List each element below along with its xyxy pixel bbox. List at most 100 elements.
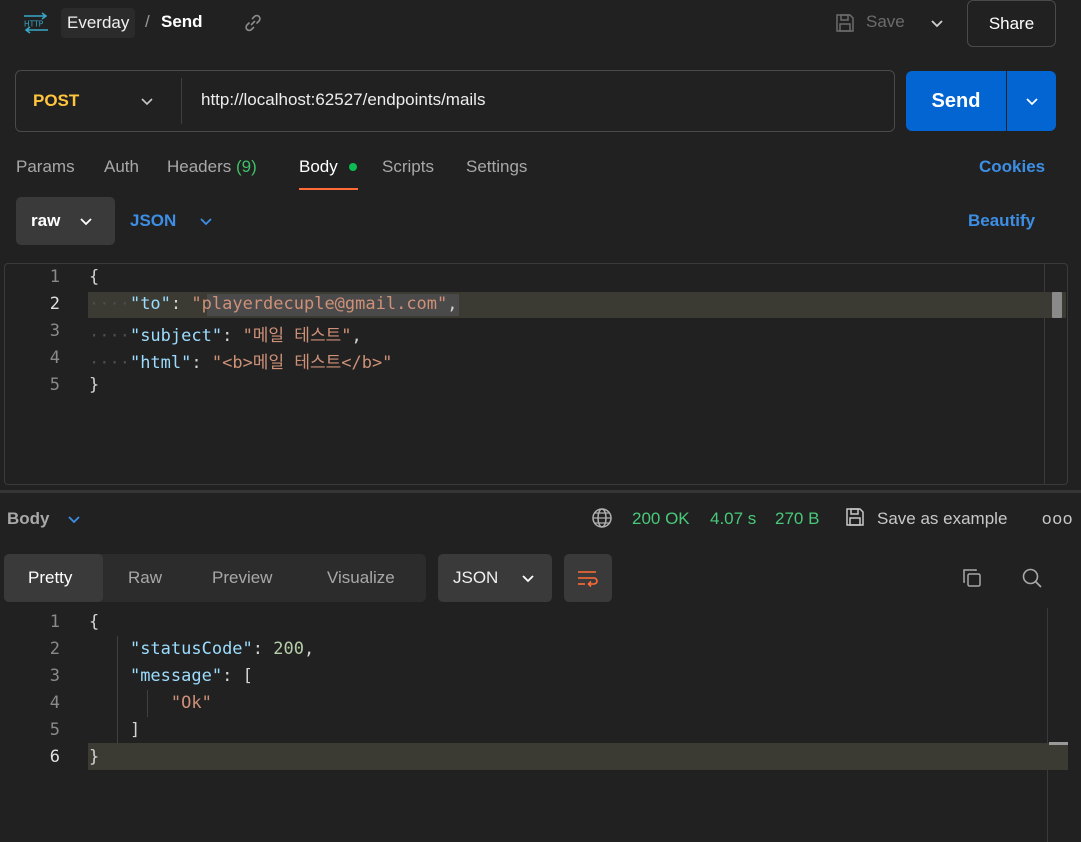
chevron-down-icon xyxy=(522,575,534,583)
comma: , xyxy=(303,639,315,659)
code-line-4: ····"html": "<b>메일 테스트</b>" xyxy=(89,348,392,373)
tab-headers-label: Headers xyxy=(167,157,232,176)
response-time[interactable]: 4.07 s xyxy=(710,509,756,529)
body-mode-selector[interactable]: raw xyxy=(16,197,115,245)
active-tab-underline xyxy=(299,188,358,190)
cookies-link[interactable]: Cookies xyxy=(979,157,1045,177)
url-input[interactable] xyxy=(201,90,881,110)
method-chevron-icon[interactable] xyxy=(139,93,155,109)
colon: : xyxy=(222,666,243,686)
response-section-selector[interactable]: Body xyxy=(7,509,50,529)
view-tab-visualize[interactable]: Visualize xyxy=(327,568,395,588)
share-button[interactable]: Share xyxy=(967,0,1056,47)
json-key-status-code: "statusCode" xyxy=(129,639,253,659)
headers-count-badge: (9) xyxy=(236,157,257,176)
tab-auth[interactable]: Auth xyxy=(104,157,139,177)
line-number: 1 xyxy=(49,612,60,632)
request-name[interactable]: Send xyxy=(161,12,203,32)
response-format-selector[interactable]: JSON xyxy=(438,554,552,602)
json-value-status-code: 200 xyxy=(273,639,304,659)
body-modified-dot xyxy=(349,163,357,171)
line-number: 4 xyxy=(49,693,60,713)
comma: , xyxy=(447,294,458,314)
current-line-highlight xyxy=(88,743,1068,770)
method-selector[interactable]: POST xyxy=(33,91,79,111)
response-line-3: "message": [ xyxy=(89,666,253,686)
copy-icon[interactable] xyxy=(960,566,984,590)
line-number: 3 xyxy=(49,666,60,686)
save-icon xyxy=(846,508,864,526)
wrap-lines-button[interactable] xyxy=(564,554,612,602)
colon: : xyxy=(252,639,274,659)
code-token: { xyxy=(89,612,100,632)
json-value-html: "<b>메일 테스트</b>" xyxy=(211,353,393,373)
save-icon xyxy=(836,14,854,32)
code-token: { xyxy=(89,267,100,287)
globe-icon[interactable] xyxy=(591,507,613,529)
language-chevron-icon[interactable] xyxy=(198,213,214,229)
tab-params[interactable]: Params xyxy=(16,157,75,177)
response-line-6: } xyxy=(89,747,99,767)
pane-resize-handle[interactable] xyxy=(0,490,1081,493)
code-line-5: } xyxy=(89,375,99,395)
tab-settings[interactable]: Settings xyxy=(466,157,527,177)
code-token: ] xyxy=(129,720,141,740)
link-icon[interactable] xyxy=(243,13,263,33)
more-options-icon[interactable]: ooo xyxy=(1042,509,1073,529)
line-number: 1 xyxy=(49,267,60,287)
view-tab-raw[interactable]: Raw xyxy=(128,568,162,588)
code-token: } xyxy=(89,747,100,767)
send-options-button[interactable] xyxy=(1007,71,1056,131)
beautify-button[interactable]: Beautify xyxy=(968,211,1035,231)
send-button[interactable]: Send xyxy=(906,71,1006,131)
breadcrumb-separator: / xyxy=(145,12,150,31)
editor-scrollbar-thumb[interactable] xyxy=(1052,292,1062,318)
tab-body[interactable]: Body xyxy=(299,157,338,177)
json-value-to: "playerdecuple@gmail.com" xyxy=(191,294,448,314)
save-as-example-button[interactable]: Save as example xyxy=(877,509,1007,529)
status-badge[interactable]: 200 OK xyxy=(632,509,690,529)
svg-text:HTTP: HTTP xyxy=(24,20,44,29)
response-format-label: JSON xyxy=(453,568,499,587)
response-line-4: "Ok" xyxy=(89,693,212,713)
line-number: 5 xyxy=(49,375,60,395)
chevron-down-icon xyxy=(1025,98,1038,106)
wrap-lines-icon xyxy=(578,571,598,588)
json-value-message: "Ok" xyxy=(170,693,212,713)
response-scrollbar-thumb[interactable] xyxy=(1049,742,1068,745)
body-language-selector[interactable]: JSON xyxy=(130,211,176,231)
response-size[interactable]: 270 B xyxy=(775,509,819,529)
view-tab-preview[interactable]: Preview xyxy=(212,568,272,588)
search-icon[interactable] xyxy=(1020,566,1044,590)
save-button[interactable]: Save xyxy=(866,12,905,32)
tab-scripts[interactable]: Scripts xyxy=(382,157,434,177)
colon: : xyxy=(170,294,192,314)
view-tab-pretty[interactable]: Pretty xyxy=(28,568,72,588)
response-line-2: "statusCode": 200, xyxy=(89,639,314,659)
json-key-html: "html" xyxy=(129,353,192,373)
code-token: } xyxy=(89,375,100,395)
code-token: [ xyxy=(242,666,253,686)
whitespace-dots: ···· xyxy=(89,326,130,346)
url-divider xyxy=(181,78,182,124)
comma: , xyxy=(351,326,362,346)
code-line-1: { xyxy=(89,267,99,287)
line-number: 5 xyxy=(49,720,60,740)
editor-scrollbar-track xyxy=(1044,264,1045,484)
json-value-subject: "메일 테스트" xyxy=(242,326,352,346)
save-options-chevron-icon[interactable] xyxy=(929,15,945,31)
response-line-5: ] xyxy=(89,720,140,740)
chevron-down-icon xyxy=(80,218,92,226)
line-number: 6 xyxy=(49,747,60,767)
response-chevron-icon[interactable] xyxy=(66,511,82,527)
tab-headers[interactable]: Headers (9) xyxy=(167,157,257,177)
http-icon: HTTP xyxy=(24,12,48,34)
response-line-1: { xyxy=(89,612,99,632)
breadcrumb-workspace[interactable]: Everday xyxy=(61,8,136,38)
code-line-3: ····"subject": "메일 테스트", xyxy=(89,321,362,346)
json-key-message: "message" xyxy=(129,666,223,686)
whitespace-dots: ···· xyxy=(89,294,130,314)
